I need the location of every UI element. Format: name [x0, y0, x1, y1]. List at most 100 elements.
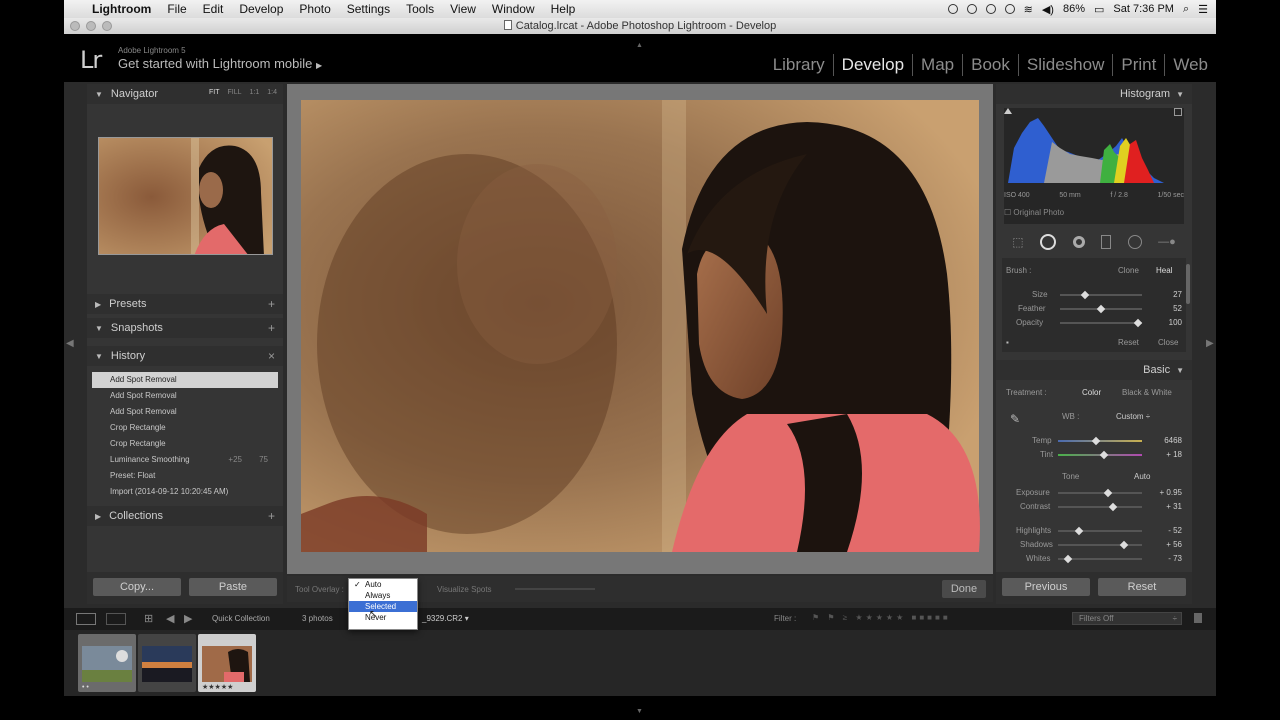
menu-view[interactable]: View: [442, 2, 484, 16]
shadow-clipping-icon[interactable]: [1004, 108, 1012, 114]
highlight-clipping-icon[interactable]: [1174, 108, 1182, 116]
tint-value[interactable]: + 18: [1152, 450, 1182, 459]
history-item[interactable]: Luminance Smoothing +25 75: [92, 452, 278, 468]
paste-button[interactable]: Paste: [189, 578, 277, 596]
module-library[interactable]: Library: [765, 54, 833, 76]
exposure-slider[interactable]: [1058, 488, 1142, 498]
highlights-slider[interactable]: [1058, 526, 1142, 536]
status-icon[interactable]: [947, 4, 958, 14]
menu-option-selected[interactable]: Selected: [349, 601, 417, 612]
basic-header[interactable]: Basic ▼: [996, 360, 1192, 380]
time-machine-icon[interactable]: [1004, 4, 1015, 14]
menu-develop[interactable]: Develop: [231, 2, 291, 16]
grid-icon[interactable]: ⊞: [144, 612, 153, 625]
close-tool-button[interactable]: Close: [1158, 338, 1178, 347]
add-snapshot-icon[interactable]: +: [268, 321, 275, 335]
source-name[interactable]: Quick Collection: [212, 614, 270, 623]
dropbox-icon[interactable]: [985, 4, 996, 14]
size-slider[interactable]: [1060, 290, 1142, 300]
history-item[interactable]: Add Spot Removal: [92, 404, 278, 420]
presets-header[interactable]: ▶ Presets +: [87, 294, 283, 314]
lock-icon[interactable]: [1194, 613, 1202, 623]
original-photo-checkbox[interactable]: ☐ Original Photo: [1004, 208, 1064, 217]
shadows-slider[interactable]: [1058, 540, 1142, 550]
contrast-slider[interactable]: [1058, 502, 1142, 512]
wifi-icon[interactable]: ≋: [1024, 3, 1033, 16]
image-canvas[interactable]: [287, 84, 993, 574]
zoom-window-button[interactable]: [102, 21, 112, 31]
red-eye-tool-icon[interactable]: [1072, 236, 1085, 248]
slider-knob[interactable]: [1104, 488, 1113, 498]
adjustment-brush-icon[interactable]: —●: [1158, 236, 1176, 248]
contrast-value[interactable]: + 31: [1152, 502, 1182, 511]
menu-app[interactable]: Lightroom: [84, 2, 159, 16]
clear-history-icon[interactable]: ×: [268, 349, 275, 363]
slider-knob[interactable]: [1099, 450, 1109, 460]
battery-percent[interactable]: 86%: [1063, 3, 1085, 15]
add-preset-icon[interactable]: +: [268, 297, 275, 311]
menu-file[interactable]: File: [159, 2, 194, 16]
tint-slider[interactable]: [1058, 450, 1142, 460]
clock[interactable]: Sat 7:36 PM: [1113, 3, 1174, 15]
history-item[interactable]: Crop Rectangle: [92, 420, 278, 436]
navigator-header[interactable]: ▼ Navigator FIT FILL 1:1 1:4: [87, 84, 283, 104]
slider-knob[interactable]: [1119, 540, 1128, 550]
highlights-value[interactable]: - 52: [1152, 526, 1182, 535]
histogram-header[interactable]: Histogram ▼: [996, 84, 1192, 104]
minimize-window-button[interactable]: [86, 21, 96, 31]
forward-arrow-icon[interactable]: ▶: [184, 612, 192, 625]
left-panel-toggle-icon[interactable]: ◀: [66, 338, 74, 349]
menu-edit[interactable]: Edit: [195, 2, 232, 16]
shadows-value[interactable]: + 56: [1152, 540, 1182, 549]
whites-slider[interactable]: [1058, 554, 1142, 564]
done-button[interactable]: Done: [942, 580, 986, 598]
sync-icon[interactable]: [966, 4, 977, 14]
histogram[interactable]: ISO 400 50 mm f / 2.8 1/50 sec ☐ Origina…: [1004, 108, 1184, 224]
bw-treatment[interactable]: Black & White: [1122, 388, 1172, 397]
reset-button[interactable]: Reset: [1098, 578, 1186, 596]
menu-settings[interactable]: Settings: [339, 2, 398, 16]
menu-window[interactable]: Window: [484, 2, 543, 16]
slider-knob[interactable]: [1108, 502, 1117, 512]
module-develop[interactable]: Develop: [832, 54, 912, 76]
battery-icon[interactable]: ▭: [1094, 3, 1104, 16]
wb-select[interactable]: Custom ÷: [1116, 412, 1150, 421]
menu-tools[interactable]: Tools: [398, 2, 442, 16]
previous-button[interactable]: Previous: [1002, 578, 1090, 596]
filename[interactable]: _9329.CR2 ▾: [422, 614, 469, 623]
copy-button[interactable]: Copy...: [93, 578, 181, 596]
mobile-tagline[interactable]: Get started with Lightroom mobile ▶: [118, 56, 322, 71]
slider-knob[interactable]: [1096, 304, 1106, 314]
module-book[interactable]: Book: [962, 54, 1018, 76]
history-item[interactable]: Import (2014-09-12 10:20:45 AM): [92, 484, 278, 500]
zoom-1-1[interactable]: 1:1: [250, 89, 260, 96]
crop-tool-icon[interactable]: ⬚: [1012, 235, 1023, 249]
right-panel-toggle-icon[interactable]: ▶: [1206, 338, 1214, 349]
clone-button[interactable]: Clone: [1118, 266, 1139, 275]
filmstrip-thumbnail[interactable]: • •: [78, 634, 136, 692]
close-window-button[interactable]: [70, 21, 80, 31]
bottom-panel-toggle-icon[interactable]: ▼: [636, 708, 643, 715]
zoom-1-4[interactable]: 1:4: [267, 89, 277, 96]
filmstrip-thumbnail-selected[interactable]: ★★★★★: [198, 634, 256, 692]
spotlight-icon[interactable]: ⌕: [1183, 3, 1189, 16]
module-map[interactable]: Map: [912, 54, 962, 76]
filter-preset-select[interactable]: Filters Off ÷: [1072, 612, 1182, 625]
mask-toggle-icon[interactable]: ▪: [1006, 338, 1009, 347]
graduated-filter-icon[interactable]: [1101, 235, 1112, 249]
size-value[interactable]: 27: [1152, 290, 1182, 299]
slider-knob[interactable]: [1074, 526, 1084, 536]
feather-slider[interactable]: [1060, 304, 1142, 314]
collections-header[interactable]: ▶ Collections +: [87, 506, 283, 526]
auto-tone-button[interactable]: Auto: [1134, 472, 1150, 481]
zoom-fill[interactable]: FILL: [228, 89, 242, 96]
slider-knob[interactable]: [1133, 318, 1143, 328]
right-panel-scrollbar[interactable]: [1186, 264, 1190, 304]
history-item[interactable]: Crop Rectangle: [92, 436, 278, 452]
menu-help[interactable]: Help: [543, 2, 584, 16]
history-item[interactable]: Preset: Float: [92, 468, 278, 484]
filmstrip-thumbnail[interactable]: [138, 634, 196, 692]
navigator-preview[interactable]: [98, 137, 273, 255]
opacity-value[interactable]: 100: [1152, 318, 1182, 327]
top-panel-toggle-icon[interactable]: ▲: [636, 42, 643, 49]
